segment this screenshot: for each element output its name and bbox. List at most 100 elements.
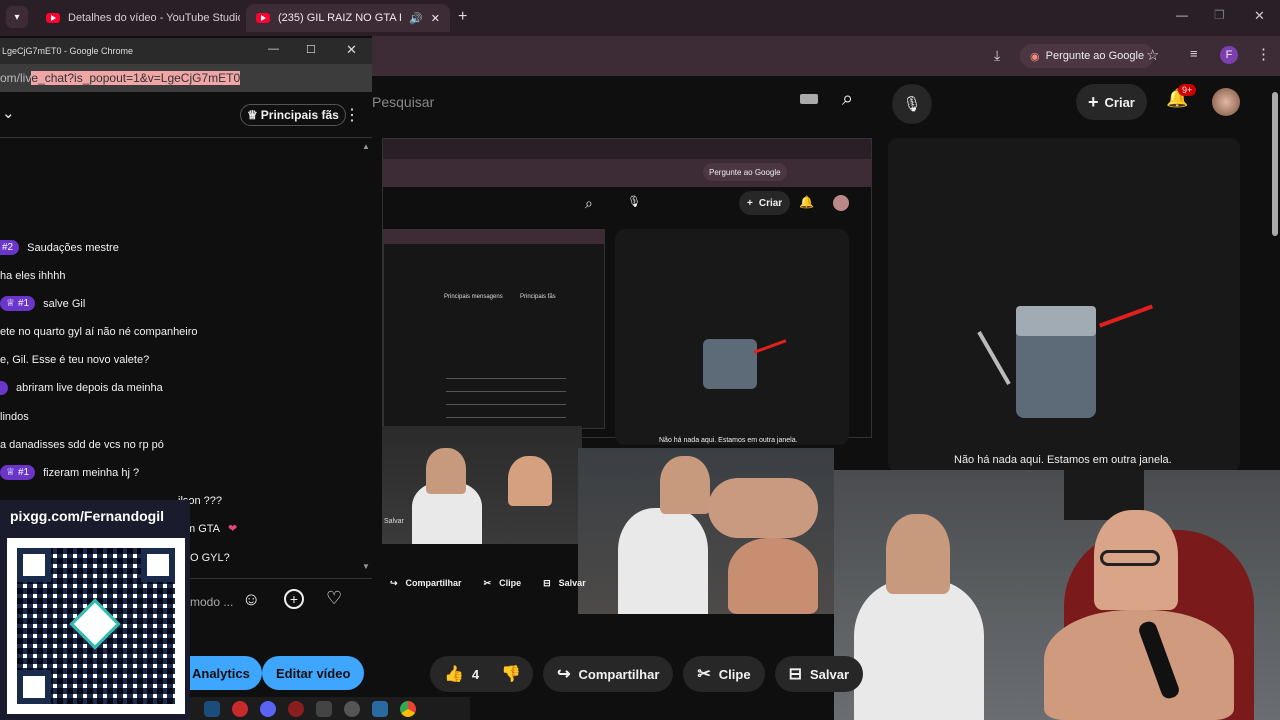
add-icon[interactable]: + [284, 589, 304, 609]
nested-avatar [833, 195, 849, 211]
chat-message: ha eles ihhhh [0, 270, 65, 282]
obs-icon[interactable] [288, 700, 304, 717]
scissors-icon: ✂ [697, 666, 711, 683]
chevron-down-icon: ▾ [14, 11, 20, 23]
chat-mode-chevron-icon[interactable]: ⌄ [2, 104, 15, 122]
edit-video-button[interactable]: Editar vídeo [262, 656, 365, 690]
terminal-app-icon[interactable] [316, 700, 332, 717]
crown-icon: ♕ [6, 467, 15, 478]
keyboard-icon[interactable] [800, 94, 818, 104]
pix-logo-icon [69, 598, 121, 650]
search-input[interactable]: Pesquisar [372, 94, 434, 110]
chat-input[interactable]: modo ... [190, 595, 233, 609]
top-fans-button[interactable]: ♕ Principais fãs [240, 104, 346, 126]
nested-create-button: + Criar [739, 191, 791, 215]
browser-menu-icon[interactable]: ⋮ [1256, 45, 1271, 63]
emoji-picker-icon[interactable]: ☺ [242, 589, 260, 610]
nested-save-label: Salvar [558, 578, 586, 588]
profile-avatar[interactable]: F [1220, 46, 1238, 64]
share-button[interactable]: ↪ Compartilhar [543, 656, 674, 692]
save-button[interactable]: ⊟ Salvar [774, 656, 864, 692]
message-text: ete no quarto gyl aí não né companheiro [0, 326, 198, 338]
save-label: Salvar [810, 666, 850, 682]
nested-browser-capture: Pergunte ao Google ⌕ 🎙 + Criar 🔔 Principa… [382, 138, 872, 445]
discord-icon[interactable] [260, 700, 276, 717]
empty-chat-panel: Não há nada aqui. Estamos em outra janel… [888, 138, 1240, 472]
t-app-icon[interactable] [232, 700, 248, 717]
ask-google-button[interactable]: ◉ Pergunte ao Google [1020, 44, 1155, 68]
popup-maximize-button[interactable]: ☐ [306, 43, 316, 56]
fan-rank-badge: ♕ #1 [0, 296, 36, 311]
media-controls-icon[interactable]: ≡ [1190, 46, 1198, 61]
tab-title: (235) GIL RAIZ NO GTA RP! - YouTube [278, 12, 401, 24]
nested-empty-panel: Não há nada aqui. Estamos em outra janel… [615, 229, 849, 445]
search-icon[interactable]: ⌕ [842, 88, 853, 111]
bookmark-star-icon[interactable]: ☆ [1146, 46, 1159, 64]
voice-search-button[interactable]: 🎙 [892, 84, 932, 124]
chat-scrollbar-down[interactable]: ▼ [362, 562, 370, 571]
minimize-window-button[interactable]: — [1176, 8, 1188, 22]
video-action-bar: 👍 4 👎 ↪ Compartilhar ✂ Clipe ⊟ Salvar [430, 656, 864, 692]
message-text: lindos [0, 411, 29, 423]
chat-message: e, Gil. Esse é teu novo valete? [0, 354, 149, 366]
steam-icon[interactable] [204, 700, 220, 717]
install-app-icon[interactable]: ⤓ [994, 47, 1000, 64]
heart-emoji-icon: ❤ [228, 523, 238, 535]
close-tab-icon[interactable]: ✕ [431, 12, 440, 25]
heart-icon[interactable]: ♡ [326, 588, 342, 609]
nested-top-messages: Principais mensagens [444, 294, 503, 300]
like-button[interactable]: 👍 4 [430, 656, 490, 692]
new-tab-button[interactable]: + [458, 8, 467, 26]
popup-minimize-button[interactable]: — [268, 43, 279, 55]
popup-close-button[interactable]: ✕ [346, 42, 357, 58]
thumbs-up-icon: 👍 [444, 666, 464, 683]
webcam-video-large [834, 470, 1280, 720]
person-head [426, 448, 466, 494]
chrome-icon[interactable] [400, 700, 416, 717]
account-avatar[interactable] [1212, 88, 1240, 116]
qr-finder-bottom-left [17, 670, 51, 704]
crown-icon: ♕ [6, 298, 15, 309]
audio-playing-icon[interactable]: 🔊 [409, 12, 423, 25]
nested-chat-lines [446, 370, 566, 430]
chat-more-options-icon[interactable]: ⋮ [344, 105, 360, 125]
analytics-button[interactable]: Analytics [190, 656, 262, 690]
media-app-icon[interactable] [344, 700, 360, 717]
tab-studio[interactable]: Detalhes do vídeo - YouTube Studio ✕ [36, 4, 240, 32]
page-scrollbar[interactable] [1272, 92, 1278, 236]
nested-create-label: Criar [758, 197, 783, 209]
steam-icon-2[interactable] [372, 700, 388, 717]
share-icon: ↪ [390, 577, 398, 588]
maximize-window-button[interactable]: ❐ [1214, 8, 1225, 22]
browser-tab-bar: ▾ Detalhes do vídeo - YouTube Studio ✕ (… [0, 0, 1280, 36]
tab-list-button[interactable]: ▾ [6, 6, 28, 28]
ninja-sword [977, 331, 1011, 385]
plus-icon: + [1088, 91, 1099, 112]
message-text: abriram live depois da meinha [16, 382, 163, 394]
nested-share-label: Compartilhar [405, 578, 462, 588]
message-text: fizeram meinha hj ? [43, 466, 140, 479]
chat-scrollbar[interactable]: ▲ [362, 142, 370, 151]
nested-search-icon: ⌕ [585, 195, 593, 211]
like-count: 4 [471, 666, 480, 682]
popup-title-bar: LgeCjG7mET0 - Google Chrome — ☐ ✕ [0, 38, 372, 64]
nested-share-button: ↪ Compartilhar [384, 572, 468, 594]
ask-google-label: Pergunte ao Google [1045, 50, 1145, 62]
plus-icon: + [747, 197, 753, 209]
tab-youtube-video[interactable]: (235) GIL RAIZ NO GTA RP! - YouTube 🔊 ✕ [246, 4, 450, 32]
person-head [508, 456, 552, 506]
nested-ask-google: Pergunte ao Google [703, 163, 787, 181]
nested-empty-message: Não há nada aqui. Estamos em outra janel… [659, 437, 798, 444]
notification-count-badge: 9+ [1178, 84, 1197, 96]
create-button[interactable]: + Criar [1076, 84, 1147, 120]
nested-save-button: ⊟ Salvar [537, 572, 592, 594]
notifications-button[interactable]: 🔔 9+ [1166, 84, 1197, 109]
youtube-favicon-icon [256, 13, 270, 23]
clip-button[interactable]: ✂ Clipe [683, 656, 765, 692]
ninja-illustration [703, 339, 757, 389]
chat-message: O GYL? [190, 552, 230, 564]
dislike-button[interactable]: 👎 [489, 656, 534, 692]
close-window-button[interactable]: ✕ [1254, 8, 1265, 24]
tab-title: Detalhes do vídeo - YouTube Studio [68, 12, 240, 24]
popup-url-bar[interactable]: om/liv e_chat?is_popout=1&v=LgeCjG7mET0 [0, 64, 372, 92]
